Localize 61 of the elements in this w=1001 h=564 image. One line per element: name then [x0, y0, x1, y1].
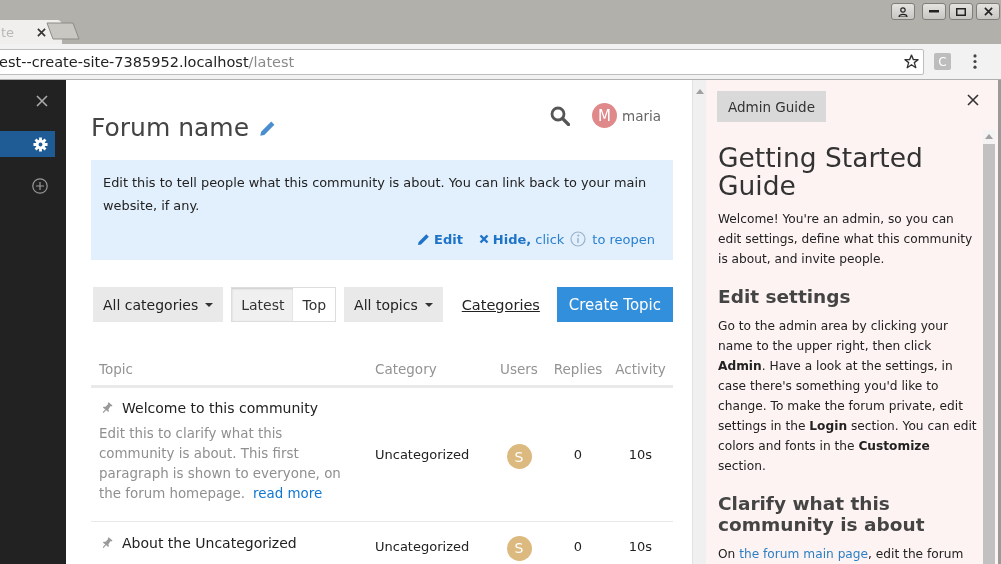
forum-title: Forum name [91, 112, 250, 144]
scrollbar[interactable] [692, 80, 706, 564]
period-tab[interactable]: Latest [232, 288, 294, 321]
read-more-link[interactable]: read more [253, 486, 323, 501]
close-icon[interactable] [36, 95, 48, 107]
plus-circle-icon [32, 178, 48, 194]
close-icon [983, 7, 993, 16]
column-header[interactable]: Topic [91, 360, 367, 377]
category-name[interactable]: Uncategorized [375, 447, 470, 462]
edit-link[interactable]: Edit [417, 231, 463, 247]
person-icon [898, 6, 908, 17]
sidebar-item[interactable] [0, 131, 55, 157]
guide-paragraph: Welcome! You're an admin, so you can edit settings, define what this community is about, and invite people. [718, 211, 974, 268]
bookmark-star-icon[interactable] [904, 54, 919, 69]
address-field[interactable]: est--create-site-7385952.localhost/latest [0, 48, 924, 75]
hint-text: click [535, 231, 565, 247]
guide-heading: Edit settings [718, 286, 852, 307]
close-window-button[interactable] [976, 3, 1000, 20]
menu-icon[interactable] [973, 54, 977, 69]
column-header[interactable]: Replies [553, 360, 603, 377]
close-icon [478, 234, 489, 244]
banner-text: Edit this to tell people what this community is about. You can link back to your main website, if any. [103, 174, 648, 215]
column-header[interactable]: Users [500, 360, 538, 377]
info-icon [570, 231, 587, 247]
hint-text: to reopen [592, 231, 655, 247]
topic-excerpt: Edit this to clarify what this community is about. This first paragraph is shown to everyone, on the forum homepage. read more [99, 425, 341, 503]
pencil-icon [417, 232, 430, 246]
category-name[interactable]: Uncategorized [375, 538, 470, 554]
topic-title[interactable]: Welcome to this community [122, 398, 318, 418]
reply-count: 0 [573, 447, 583, 462]
guide-paragraph: On the forum main page, edit the forum [718, 546, 965, 563]
column-header[interactable]: Activity [615, 360, 666, 377]
topic-title[interactable]: About the Uncategorized [122, 533, 297, 553]
category-dropdown[interactable]: All categories [93, 287, 224, 322]
activity-time[interactable]: 10s [628, 538, 653, 554]
guide-heading: Clarify what this community is about [718, 493, 926, 535]
hide-link[interactable]: Hide, [478, 231, 532, 247]
categories-link[interactable]: Categories [461, 296, 540, 313]
close-icon[interactable] [967, 94, 979, 106]
guide-link[interactable]: the forum main page [739, 547, 869, 561]
gear-icon [33, 136, 48, 152]
user-avatar[interactable]: M [592, 103, 617, 128]
maximize-icon [956, 7, 966, 16]
guide-title: Getting Started Guide [718, 144, 924, 200]
topic-dropdown[interactable]: All topics [344, 287, 443, 322]
caret-icon [205, 302, 214, 307]
admin-guide-tab[interactable]: Admin Guide [717, 91, 826, 122]
guide-paragraph: Go to the admin area by clicking your name to the upper right, then click Admin. Have a look at the settings, in case there's something you'd like to change. To make the forum private, edit settings in the Login section. You can edit colors and fonts in the Customize section. [718, 318, 978, 475]
search-icon[interactable] [550, 105, 570, 126]
create-topic-button[interactable]: Create Topic [556, 287, 673, 322]
profile-button[interactable] [891, 3, 915, 20]
caret-icon [424, 302, 433, 307]
column-header[interactable]: Category [367, 360, 490, 377]
minimize-button[interactable] [922, 3, 946, 20]
pencil-icon[interactable] [259, 119, 277, 137]
activity-time[interactable]: 10s [628, 447, 653, 462]
maximize-button[interactable] [949, 3, 973, 20]
tab-close-icon[interactable] [37, 27, 46, 37]
username[interactable]: maria [622, 107, 661, 124]
reply-count: 0 [573, 538, 583, 554]
minimize-icon [929, 10, 939, 13]
